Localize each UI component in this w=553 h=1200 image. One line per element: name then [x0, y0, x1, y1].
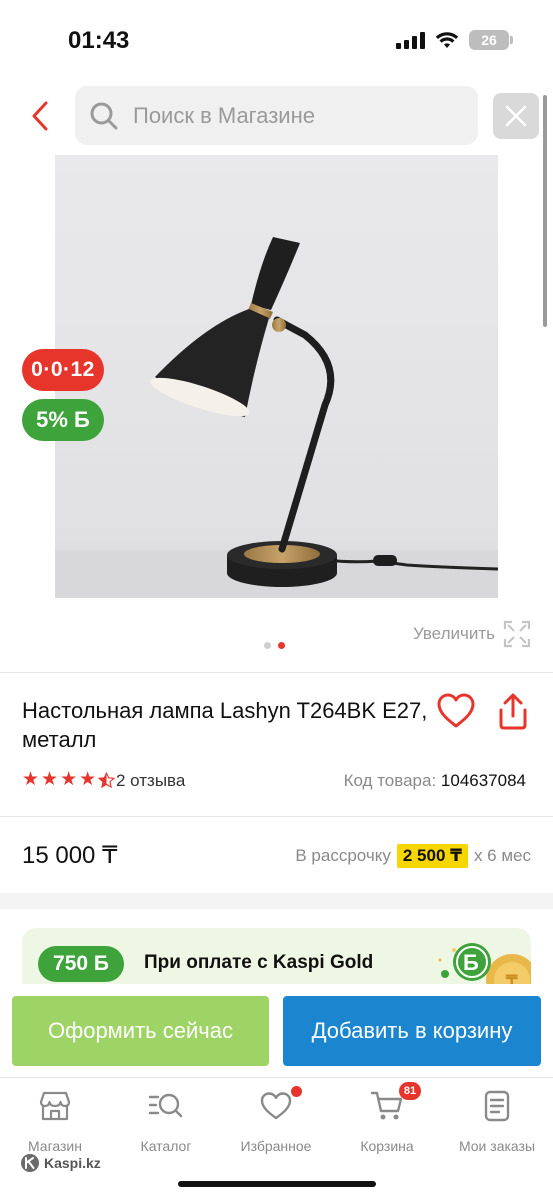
installment-prefix: В рассрочку	[295, 846, 391, 865]
scroll-indicator[interactable]	[543, 95, 547, 327]
heart-icon	[437, 693, 475, 728]
product-price: 15 000 ₸	[22, 842, 118, 869]
cart-icon: 81	[369, 1082, 421, 1124]
nav-item-favorites[interactable]: Избранное	[226, 1086, 326, 1154]
search-input[interactable]	[133, 102, 453, 129]
star-icon: ★	[60, 769, 78, 790]
zoom-label: Увеличить	[413, 624, 495, 643]
wifi-icon	[435, 32, 459, 48]
heart-icon	[258, 1086, 302, 1124]
product-code-label: Код товара:	[343, 771, 437, 790]
share-icon	[499, 693, 527, 730]
product-title: Настольная лампа Lashyn T264BK E27, мета…	[22, 698, 428, 752]
nav-label: Мои заказы	[458, 1138, 536, 1154]
nav-item-store[interactable]: Магазин	[5, 1088, 105, 1154]
product-image[interactable]	[55, 155, 498, 598]
status-bar: 01:43 26	[0, 0, 553, 80]
search-header	[0, 86, 553, 146]
pager-dot-active[interactable]	[278, 642, 285, 649]
back-button[interactable]	[22, 96, 58, 136]
gold-bonus-badge: 750 Б	[38, 946, 124, 982]
divider	[0, 816, 553, 817]
star-icon: ★	[79, 769, 97, 790]
nav-label: Каталог	[140, 1138, 192, 1154]
search-box[interactable]	[75, 86, 478, 145]
pager-dot[interactable]	[264, 642, 271, 649]
status-icons: 26	[396, 30, 513, 50]
kaspi-brand-text: Kaspi.kz	[44, 1155, 101, 1171]
svg-text:Б: Б	[463, 950, 479, 975]
zoom-button[interactable]: Увеличить	[413, 620, 531, 648]
home-indicator[interactable]	[178, 1181, 376, 1187]
nav-item-orders[interactable]: Мои заказы	[447, 1088, 547, 1154]
product-code-value: 104637084	[440, 771, 526, 790]
notification-dot	[291, 1086, 302, 1097]
catalog-search-icon	[148, 1088, 184, 1124]
rating-stars: ★ ★ ★ ★	[22, 769, 116, 790]
product-code: Код товара: 104637084	[344, 771, 526, 791]
star-icon: ★	[22, 769, 40, 790]
kaspi-logo-icon	[21, 1154, 39, 1172]
store-icon	[37, 1088, 73, 1124]
cart-count-badge: 81	[399, 1082, 421, 1100]
close-icon	[505, 105, 527, 127]
star-icon: ★	[41, 769, 59, 790]
installment-badge: 0·0·12	[22, 349, 104, 391]
installment-amount: 2 500 ₸	[396, 844, 468, 868]
nav-item-cart[interactable]: 81 Корзина	[337, 1082, 437, 1154]
gold-banner-text: При оплате с Kaspi Gold	[144, 952, 374, 973]
chevron-left-icon	[32, 101, 48, 131]
expand-icon	[503, 620, 531, 648]
divider	[0, 672, 553, 673]
bonus-badge: 5% Б	[22, 399, 104, 441]
nav-label: Избранное	[240, 1138, 312, 1154]
table-lamp-illustration	[55, 155, 498, 598]
buy-now-button[interactable]: Оформить сейчас	[12, 996, 269, 1066]
image-pager	[264, 642, 285, 649]
star-half-icon	[98, 771, 116, 788]
close-search-button[interactable]	[493, 93, 539, 139]
nav-label: Корзина	[360, 1138, 414, 1154]
status-time: 01:43	[68, 27, 130, 54]
battery-icon: 26	[469, 30, 513, 50]
nav-item-catalog[interactable]: Каталог	[116, 1088, 216, 1154]
kaspi-logo: Kaspi.kz	[20, 1153, 101, 1173]
search-icon	[90, 102, 118, 129]
section-gap	[0, 893, 553, 909]
nav-label: Магазин	[27, 1138, 82, 1154]
orders-icon	[479, 1088, 515, 1124]
share-button[interactable]	[494, 692, 532, 732]
actions-bar: Оформить сейчас Добавить в корзину	[0, 984, 553, 1076]
installment-info[interactable]: В рассрочку 2 500 ₸ x 6 мес	[295, 844, 531, 868]
favorite-button[interactable]	[436, 692, 476, 732]
reviews-link[interactable]: 2 отзыва	[116, 771, 185, 791]
cellular-signal-icon	[396, 31, 425, 49]
add-to-cart-button[interactable]: Добавить в корзину	[283, 996, 541, 1066]
installment-suffix: x 6 мес	[473, 846, 531, 865]
